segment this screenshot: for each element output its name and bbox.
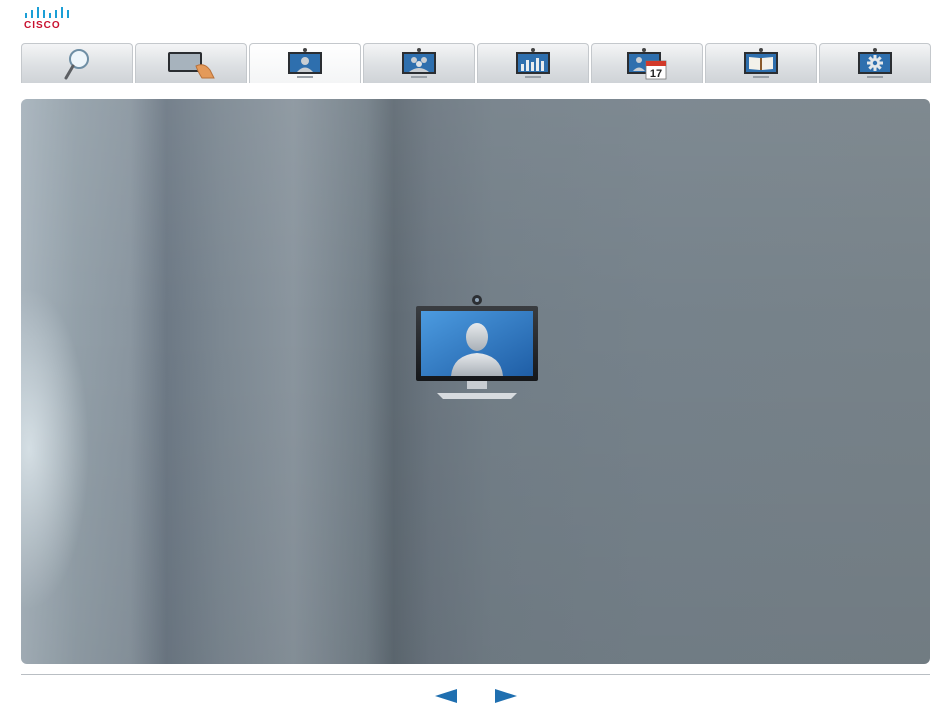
book-icon [744,47,778,78]
touch-panel-icon [168,51,215,78]
cisco-logo: CISCO [24,6,72,32]
tab-touch[interactable] [135,43,247,83]
tab-search[interactable] [21,43,133,83]
multipoint-call-icon [402,47,436,78]
arrow-right-icon[interactable] [494,688,518,704]
video-monitor-person-icon [416,295,538,399]
brand-name: CISCO [24,20,61,31]
tab-scheduling[interactable]: 17 [591,43,703,83]
tab-presentation[interactable] [477,43,589,83]
calendar-day: 17 [650,68,662,80]
calendar-icon: 17 [627,47,667,80]
arrow-left-icon[interactable] [434,688,458,704]
footer-divider [21,674,930,675]
main-stage [21,99,930,664]
presentation-chart-icon [516,47,550,78]
tab-multipoint[interactable] [363,43,475,83]
video-monitor-person-icon [288,47,322,78]
gear-icon [858,47,892,78]
magnifier-icon [64,48,89,79]
tab-directory[interactable] [705,43,817,83]
tab-video-call[interactable] [249,43,361,83]
tab-bar: 17 [21,43,931,83]
cisco-bars-icon [25,7,69,18]
tab-settings[interactable] [819,43,931,83]
